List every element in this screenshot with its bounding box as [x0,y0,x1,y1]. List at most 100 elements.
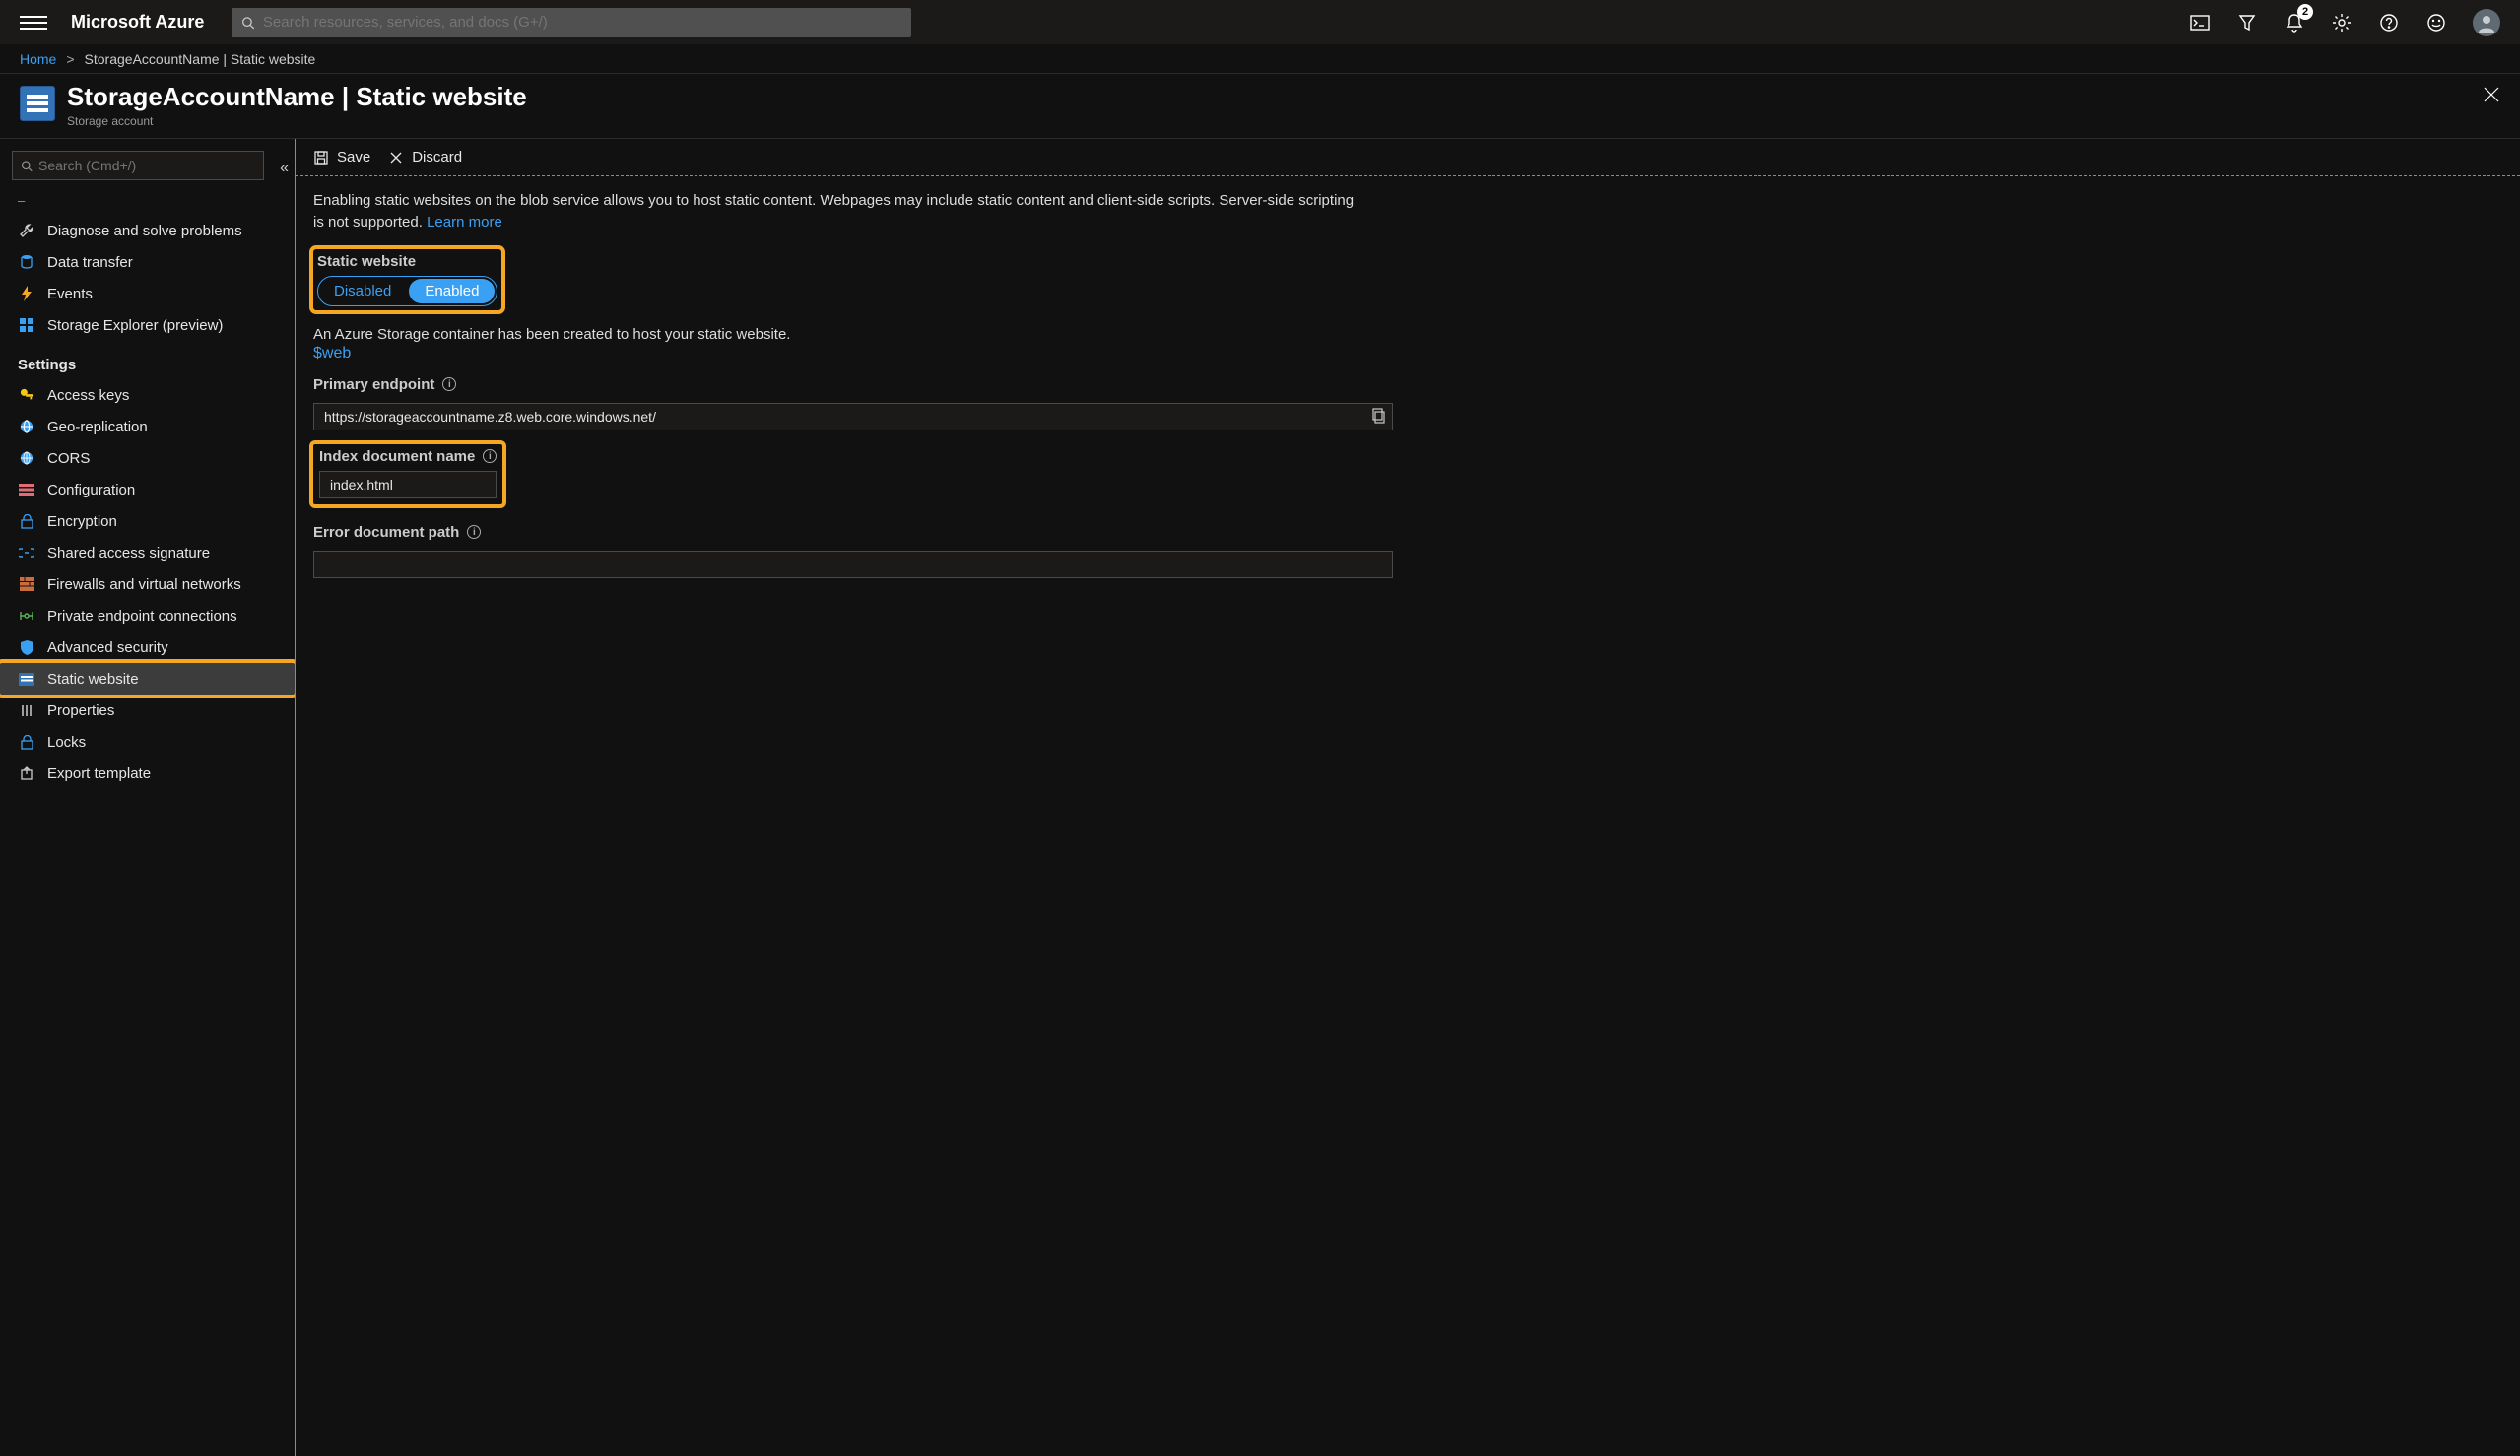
sidebar-search[interactable] [12,151,264,180]
save-label: Save [337,149,370,165]
sidebar-item-shared-access-signature[interactable]: Shared access signature [0,537,295,568]
sidebar-item-cors[interactable]: CORS [0,442,295,474]
discard-label: Discard [412,149,462,165]
sidebar-active-highlight: Static website [0,663,295,695]
sidebar-item-locks[interactable]: Locks [0,726,295,758]
notification-badge: 2 [2297,4,2313,20]
toggle-enabled-option[interactable]: Enabled [409,279,495,303]
grid-icon [18,316,35,334]
sidebar-item-advanced-security[interactable]: Advanced security [0,631,295,663]
search-icon [241,16,255,30]
cors-icon [18,449,35,467]
toggle-label: Static website [317,253,497,270]
global-search[interactable] [232,8,911,37]
breadcrumb-current: StorageAccountName | Static website [85,51,316,67]
sidebar-item-data-transfer[interactable]: Data transfer [0,246,295,278]
sidebar-item-label: Private endpoint connections [47,608,237,625]
primary-endpoint-value[interactable] [313,403,1393,430]
sidebar: « – Diagnose and solve problems Data tran… [0,139,296,1456]
sidebar-item-label: Events [47,286,93,302]
sidebar-search-input[interactable] [38,158,255,173]
props-icon [18,701,35,719]
firewall-icon [18,575,35,593]
page-subtitle: Storage account [67,114,527,128]
config-icon [18,481,35,498]
cloud-shell-icon[interactable] [2189,12,2211,33]
sidebar-item-storage-explorer-preview-[interactable]: Storage Explorer (preview) [0,309,295,341]
wrench-icon [18,222,35,239]
info-icon[interactable]: i [467,525,481,539]
top-bar: Microsoft Azure 2 [0,0,2520,44]
sidebar-item-export-template[interactable]: Export template [0,758,295,789]
sidebar-section-settings: Settings [0,341,295,379]
export-icon [18,764,35,782]
sidebar-item-diagnose-and-solve-problems[interactable]: Diagnose and solve problems [0,215,295,246]
static-website-toggle[interactable]: Disabled Enabled [317,276,497,306]
sidebar-item-firewalls-and-virtual-networks[interactable]: Firewalls and virtual networks [0,568,295,600]
discard-icon [388,150,404,165]
error-document-label: Error document path i [313,524,2502,541]
error-document-input[interactable] [313,551,1393,578]
static-website-toggle-highlight: Static website Disabled Enabled [313,249,501,310]
hamburger-menu-icon[interactable] [20,16,47,30]
endpoint-icon [18,607,35,625]
brand-label: Microsoft Azure [71,12,204,33]
sidebar-item-label: Access keys [47,387,129,404]
container-created-text: An Azure Storage container has been crea… [296,316,2520,345]
sidebar-item-access-keys[interactable]: Access keys [0,379,295,411]
page-title: StorageAccountName | Static website [67,82,527,112]
sidebar-item-label: Geo-replication [47,419,148,435]
content-toolbar: Save Discard [296,139,2520,176]
content-pane: Save Discard Enabling static websites on… [296,139,2520,1456]
key-icon [18,386,35,404]
page-header: StorageAccountName | Static website Stor… [0,74,2520,139]
save-button[interactable]: Save [313,149,370,165]
sidebar-item-label: Diagnose and solve problems [47,223,242,239]
feedback-icon[interactable] [2425,12,2447,33]
storage-account-icon [20,86,55,121]
toggle-disabled-option[interactable]: Disabled [318,279,407,303]
copy-button[interactable] [1371,407,1387,425]
index-document-label: Index document name i [319,448,497,465]
shield-icon [18,638,35,656]
collapse-sidebar-button[interactable]: « [276,160,295,177]
info-icon[interactable]: i [442,377,456,391]
sidebar-item-label: Export template [47,765,151,782]
primary-endpoint-label: Primary endpoint i [313,376,2502,393]
lock-icon [18,512,35,530]
breadcrumb-separator: > [66,51,74,67]
info-icon[interactable]: i [483,449,497,463]
bolt-icon [18,285,35,302]
copy-icon [1371,407,1387,425]
index-document-input[interactable] [319,471,497,498]
sidebar-item-properties[interactable]: Properties [0,695,295,726]
close-button[interactable] [2483,86,2500,103]
sidebar-item-label: Encryption [47,513,117,530]
breadcrumb-home[interactable]: Home [20,51,56,67]
breadcrumb: Home > StorageAccountName | Static websi… [0,44,2520,74]
discard-button[interactable]: Discard [388,149,462,165]
sidebar-item-truncated: – [0,186,295,215]
sidebar-item-events[interactable]: Events [0,278,295,309]
sidebar-item-label: Configuration [47,482,135,498]
globe-icon [18,418,35,435]
notifications-icon[interactable]: 2 [2284,12,2305,33]
help-icon[interactable] [2378,12,2400,33]
sidebar-item-label: Shared access signature [47,545,210,562]
settings-gear-icon[interactable] [2331,12,2353,33]
sidebar-item-configuration[interactable]: Configuration [0,474,295,505]
directory-filter-icon[interactable] [2236,12,2258,33]
global-search-input[interactable] [263,14,901,31]
save-icon [313,150,329,165]
web-container-link[interactable]: $web [313,345,351,362]
sidebar-item-static-website[interactable]: Static website [0,663,295,695]
sidebar-item-private-endpoint-connections[interactable]: Private endpoint connections [0,600,295,631]
sidebar-item-encryption[interactable]: Encryption [0,505,295,537]
sidebar-item-label: Properties [47,702,114,719]
sidebar-item-geo-replication[interactable]: Geo-replication [0,411,295,442]
user-avatar[interactable] [2473,9,2500,36]
learn-more-link[interactable]: Learn more [427,214,502,231]
search-icon [21,160,33,172]
sidebar-item-label: Data transfer [47,254,133,271]
staticweb-icon [18,670,35,688]
